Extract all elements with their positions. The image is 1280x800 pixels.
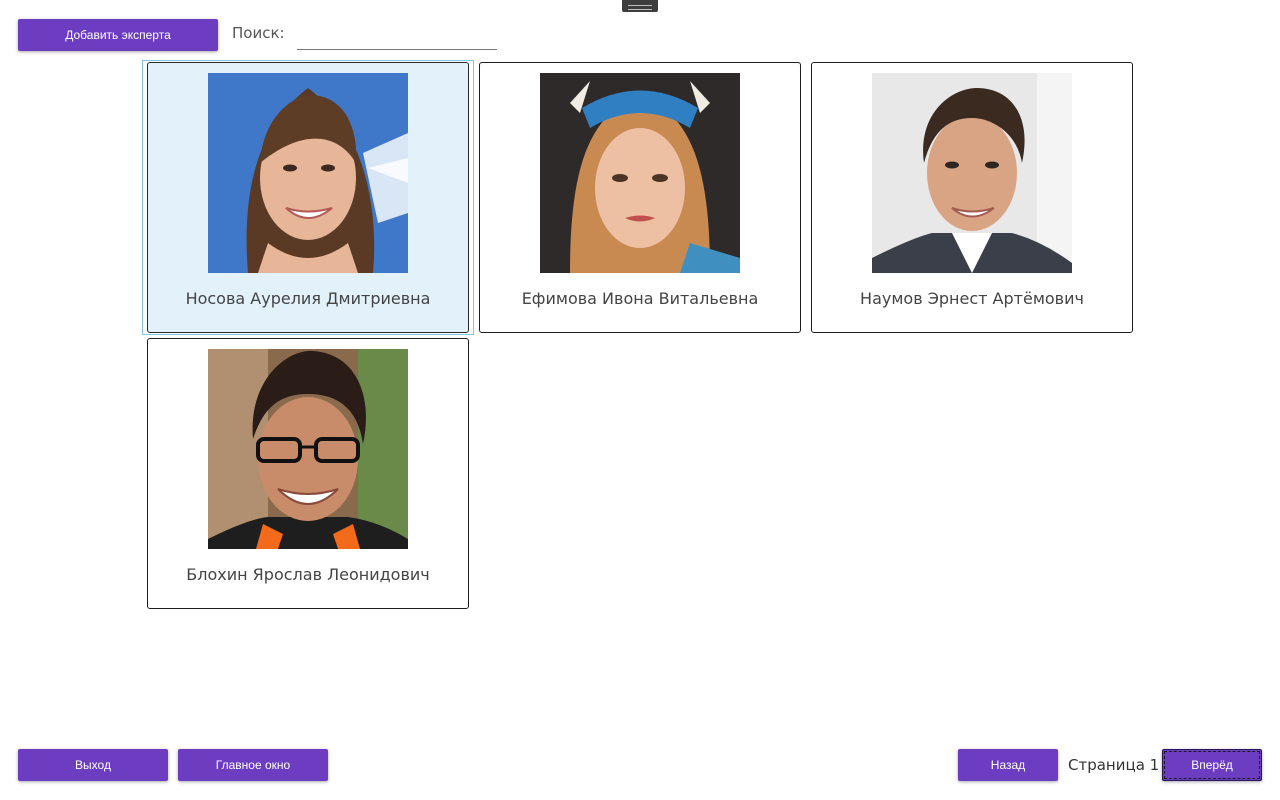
expert-photo [872,73,1072,273]
expert-photo [540,73,740,273]
expert-name: Носова Аурелия Дмитриевна [185,289,431,308]
page-indicator: Страница 1 [1068,756,1160,774]
experts-window: Добавить эксперта Поиск: Носова Аурелия … [0,0,1280,800]
expert-name: Блохин Ярослав Леонидович [186,565,430,584]
expert-name: Ефимова Ивона Витальевна [521,289,759,308]
back-button[interactable]: Назад [958,749,1058,781]
window-drag-handle[interactable] [622,0,658,12]
expert-card[interactable]: Ефимова Ивона Витальевна [479,62,801,333]
expert-photo [208,73,408,273]
expert-photo [208,349,408,549]
expert-card[interactable]: Блохин Ярослав Леонидович [147,338,469,609]
forward-button[interactable]: Вперёд [1162,749,1262,781]
add-expert-button[interactable]: Добавить эксперта [18,19,218,51]
expert-card[interactable]: Наумов Эрнест Артёмович [811,62,1133,333]
expert-name: Наумов Эрнест Артёмович [860,289,1084,308]
expert-card[interactable]: Носова Аурелия Дмитриевна [147,62,469,333]
exit-button[interactable]: Выход [18,749,168,781]
search-input[interactable] [297,26,497,50]
search-label: Поиск: [232,24,285,42]
main-window-button[interactable]: Главное окно [178,749,328,781]
